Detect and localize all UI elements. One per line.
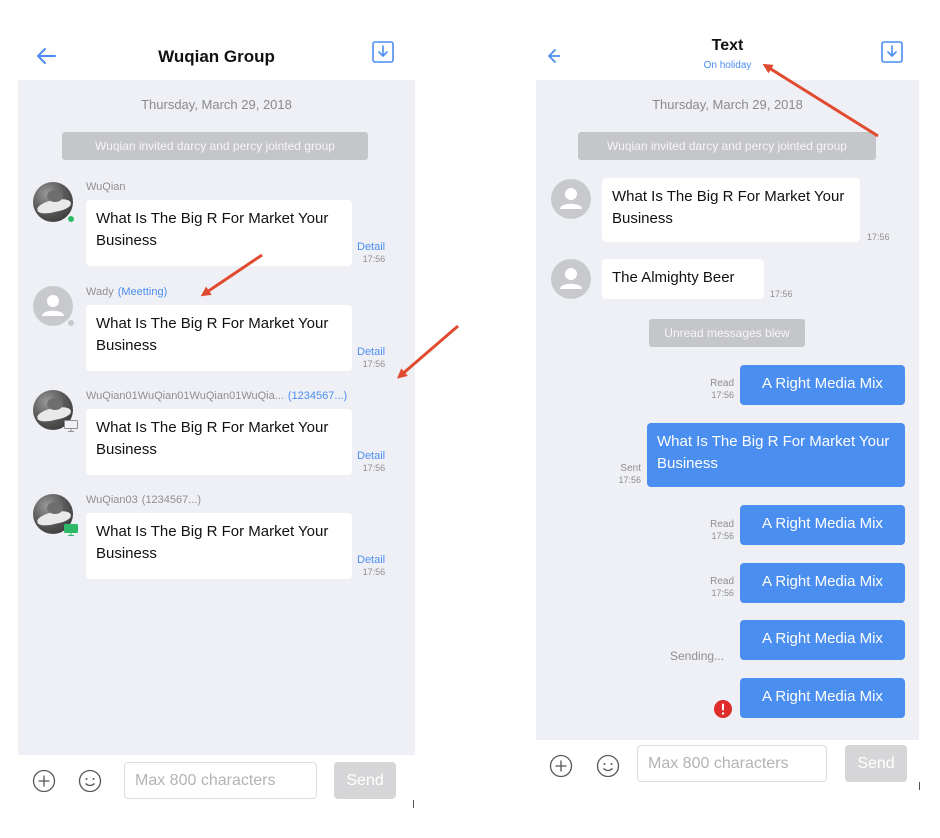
sent-state: Sent (620, 463, 641, 474)
sending-state: Sending... (670, 649, 725, 663)
message-bubble[interactable]: What Is The Big R For Market Your Busine… (86, 513, 352, 579)
message-bubble[interactable]: A Right Media Mix (740, 620, 905, 660)
send-button[interactable]: Send (334, 762, 396, 799)
read-state: Read (710, 576, 734, 587)
message-time: 17:56 (362, 463, 386, 473)
input-bar: Send (536, 740, 919, 795)
message-bubble[interactable]: A Right Media Mix (740, 505, 905, 545)
system-message: Wuqian invited darcy and percy jointed g… (62, 132, 368, 160)
read-state: Read (710, 378, 734, 389)
message-meta: Sent 17:56 (609, 463, 641, 486)
sender-name: WuQian01WuQian01WuQian01WuQia... (1234567… (86, 390, 348, 402)
person-icon (560, 268, 582, 289)
message-meta: Read 17:56 (702, 519, 734, 542)
edge-mark (413, 800, 414, 808)
status-tag: (Meetting) (117, 286, 168, 298)
message-bubble[interactable]: What Is The Big R For Market Your Busine… (86, 200, 352, 266)
plus-icon[interactable] (549, 754, 573, 778)
sender-name: Wady (Meetting) (86, 286, 168, 298)
message-time: 17:56 (770, 289, 793, 299)
message-bubble[interactable]: What Is The Big R For Market Your Busine… (86, 409, 352, 475)
detail-link[interactable]: Detail (357, 554, 385, 567)
send-button[interactable]: Send (845, 745, 907, 782)
message-meta: Read 17:56 (702, 378, 734, 401)
message-bubble[interactable]: What Is The Big R For Market Your Busine… (86, 305, 352, 371)
emoji-icon[interactable] (596, 754, 620, 778)
online-status-dot (66, 214, 76, 224)
person-icon (560, 188, 582, 209)
message-input[interactable] (637, 745, 827, 782)
sender-name: WuQian03 (1234567...) (86, 494, 202, 506)
avatar[interactable] (551, 179, 591, 219)
page-title: Text (711, 37, 744, 54)
message-time: 17:56 (362, 359, 386, 369)
detail-link[interactable]: Detail (357, 346, 385, 359)
chat-header: Wuqian Group (18, 0, 415, 80)
date-label: Thursday, March 29, 2018 (652, 97, 803, 112)
status-tag: (1234567...) (141, 494, 202, 506)
message-meta: Detail 17:56 (357, 346, 385, 370)
system-message: Wuqian invited darcy and percy jointed g… (578, 132, 876, 160)
edge-mark (919, 782, 920, 790)
emoji-icon[interactable] (78, 769, 102, 793)
message-time: 17:56 (362, 254, 386, 264)
message-meta: Read 17:56 (702, 576, 734, 599)
message-time: 17:56 (711, 531, 734, 541)
error-icon[interactable] (714, 700, 732, 718)
avatar[interactable] (551, 259, 591, 299)
contact-status: On holiday (703, 60, 752, 71)
desktop-device-icon (64, 420, 78, 432)
message-input[interactable] (124, 762, 317, 799)
plus-icon[interactable] (32, 769, 56, 793)
date-label: Thursday, March 29, 2018 (141, 97, 292, 112)
detail-link[interactable]: Detail (357, 241, 385, 254)
message-bubble[interactable]: A Right Media Mix (740, 678, 905, 718)
message-time: 17:56 (711, 390, 734, 400)
message-meta: Detail 17:56 (357, 241, 385, 265)
download-icon[interactable] (372, 41, 394, 63)
group-chat-screen: Wuqian Group Thursday, March 29, 2018 Wu… (18, 0, 415, 808)
message-bubble[interactable]: A Right Media Mix (740, 563, 905, 603)
message-meta: Detail 17:56 (357, 450, 385, 474)
read-state: Read (710, 519, 734, 530)
message-meta: Detail 17:56 (357, 554, 385, 578)
unread-notice: Unread messages blew (649, 319, 805, 347)
detail-link[interactable]: Detail (357, 450, 385, 463)
message-bubble[interactable]: The Almighty Beer (602, 259, 764, 299)
message-bubble[interactable]: A Right Media Mix (740, 365, 905, 405)
status-tag: (1234567...) (287, 390, 348, 402)
message-list[interactable]: Thursday, March 29, 2018 Wuqian invited … (18, 80, 415, 755)
download-icon[interactable] (881, 41, 903, 63)
sender-name: WuQian (86, 181, 126, 193)
message-time: 17:56 (867, 232, 890, 242)
message-time: 17:56 (618, 475, 641, 485)
message-time: 17:56 (362, 567, 386, 577)
input-bar: Send (18, 755, 415, 808)
message-list[interactable]: Thursday, March 29, 2018 Wuqian invited … (536, 80, 919, 740)
offline-status-dot (66, 318, 76, 328)
desktop-device-icon (64, 524, 78, 536)
message-bubble[interactable]: What Is The Big R For Market Your Busine… (602, 178, 860, 242)
direct-chat-screen: Text On holiday Thursday, March 29, 2018… (536, 0, 919, 795)
page-title: Wuqian Group (158, 47, 275, 66)
chat-header: Text On holiday (536, 0, 919, 82)
message-bubble[interactable]: What Is The Big R For Market Your Busine… (647, 423, 905, 487)
message-time: 17:56 (711, 588, 734, 598)
